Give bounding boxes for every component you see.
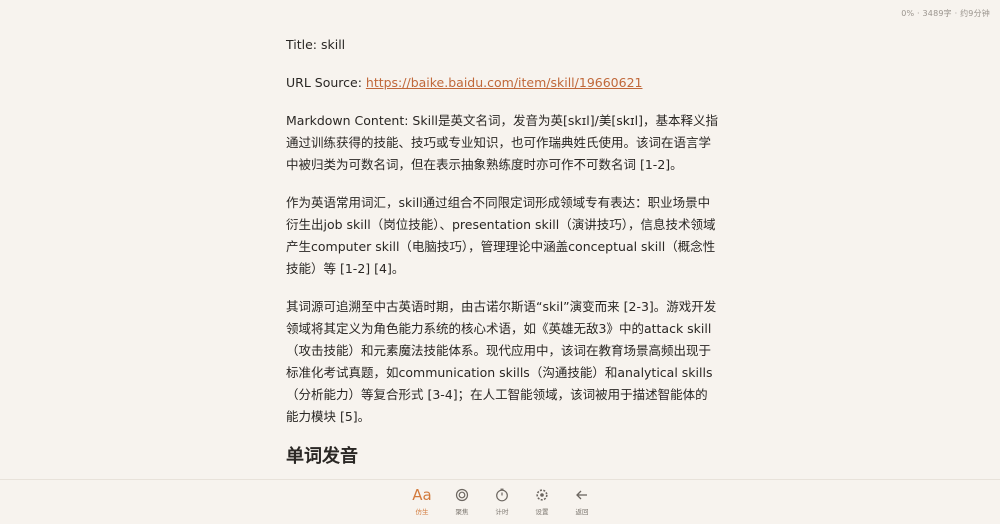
focus-label: 聚焦 [455,508,469,516]
back-button[interactable]: 返回 [562,485,602,516]
font-style-button[interactable]: Aa 仿生 [402,485,442,516]
article-body: Title: skill URL Source: https://baike.b… [286,34,718,470]
url-line: URL Source: https://baike.baidu.com/item… [286,72,718,94]
back-arrow-icon [575,485,589,505]
bottom-toolbar: Aa 仿生 聚焦 计时 设置 返回 [0,479,1000,524]
focus-icon [455,485,469,505]
url-label: URL Source: [286,75,366,90]
timer-icon [495,485,509,505]
timer-button[interactable]: 计时 [482,485,522,516]
settings-button[interactable]: 设置 [522,485,562,516]
gear-icon [535,485,549,505]
source-url-link[interactable]: https://baike.baidu.com/item/skill/19660… [366,75,643,90]
section-heading-pronunciation: 单词发音 [286,446,358,467]
reader-page: 0% · 3489字 · 约9分钟 Title: skill URL Sourc… [0,0,1000,524]
back-label: 返回 [575,508,589,516]
font-style-label: 仿生 [415,508,429,516]
font-aa-icon: Aa [412,486,432,504]
focus-button[interactable]: 聚焦 [442,485,482,516]
paragraph-usage: 作为英语常用词汇，skill通过组合不同限定词形成领域专有表达：职业场景中衍生出… [286,195,716,276]
title-line: Title: skill [286,37,346,52]
timer-label: 计时 [495,508,509,516]
paragraph-etymology: 其词源可追溯至中古英语时期，由古诺尔斯语“skil”演变而来 [2-3]。游戏开… [286,299,717,424]
reading-status: 0% · 3489字 · 约9分钟 [901,9,990,18]
paragraph-intro: Markdown Content: Skill是英文名词，发音为英[skɪl]/… [286,113,718,172]
settings-label: 设置 [535,508,549,516]
